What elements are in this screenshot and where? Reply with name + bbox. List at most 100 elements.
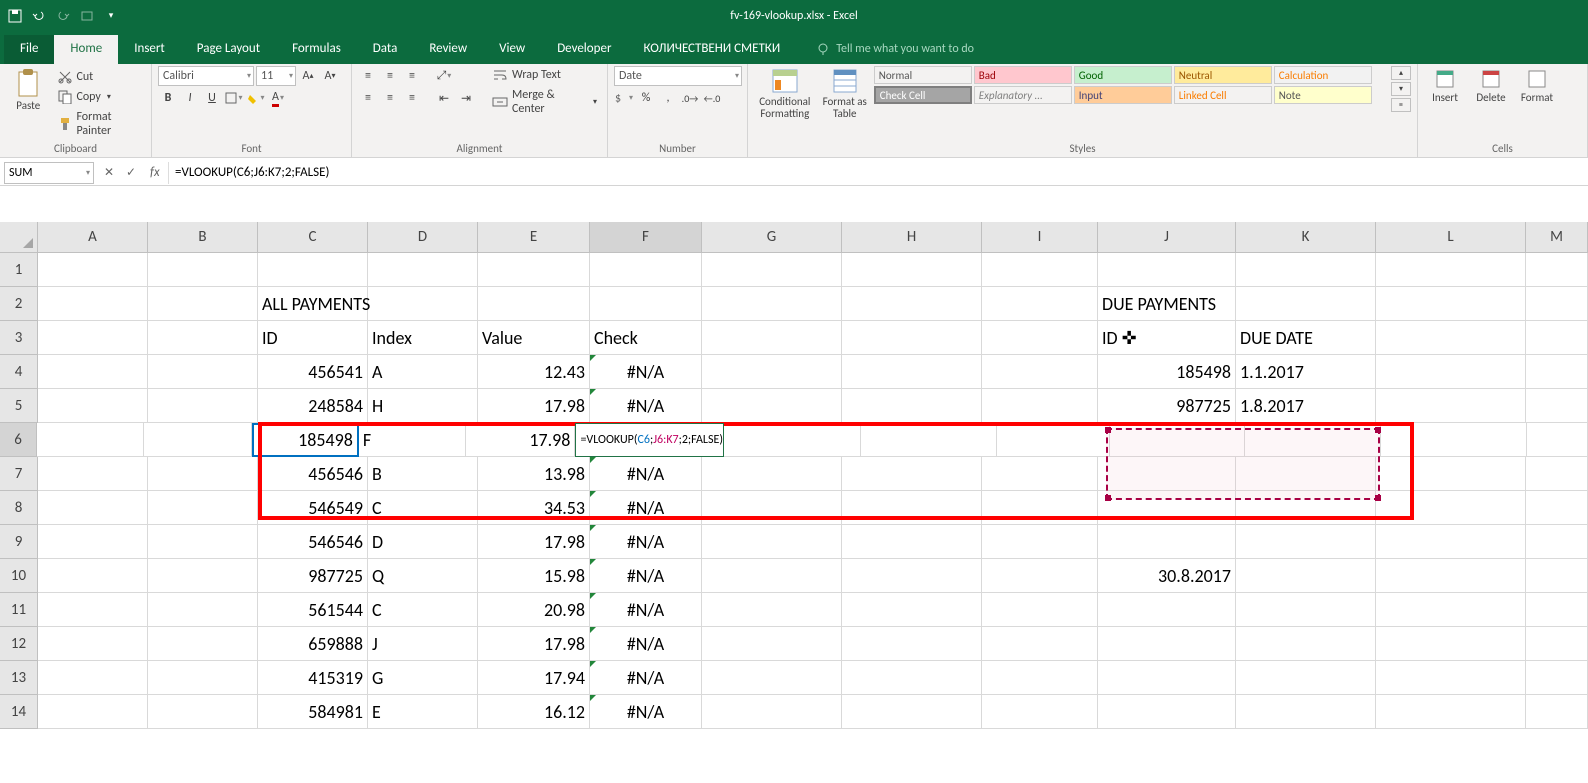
style-explanatory[interactable]: Explanatory ... bbox=[974, 86, 1072, 104]
cell-A12[interactable] bbox=[38, 627, 148, 661]
cell-L4[interactable] bbox=[1376, 355, 1526, 389]
cell-K2[interactable] bbox=[1236, 287, 1376, 321]
style-neutral[interactable]: Neutral bbox=[1174, 66, 1272, 84]
cell-C3[interactable]: ID bbox=[258, 321, 368, 355]
cell-C1[interactable] bbox=[258, 253, 368, 287]
col-header-C[interactable]: C bbox=[258, 222, 368, 252]
tab-insert[interactable]: Insert bbox=[118, 35, 181, 64]
font-name-combo[interactable]: Calibri bbox=[158, 66, 254, 86]
cell-H11[interactable] bbox=[842, 593, 982, 627]
cell-G6[interactable] bbox=[724, 423, 860, 457]
style-note[interactable]: Note bbox=[1274, 86, 1372, 104]
decrease-indent-button[interactable]: ⇤ bbox=[434, 88, 454, 108]
cell-C9[interactable]: 546546 bbox=[258, 525, 368, 559]
cell-L12[interactable] bbox=[1376, 627, 1526, 661]
cell-I10[interactable] bbox=[982, 559, 1098, 593]
cell-C12[interactable]: 659888 bbox=[258, 627, 368, 661]
cell-J9[interactable] bbox=[1098, 525, 1236, 559]
comma-button[interactable]: , bbox=[658, 88, 678, 108]
cell-I9[interactable] bbox=[982, 525, 1098, 559]
col-header-L[interactable]: L bbox=[1376, 222, 1526, 252]
cell-F14[interactable]: #N/A bbox=[590, 695, 702, 729]
cell-F9[interactable]: #N/A bbox=[590, 525, 702, 559]
cell-H10[interactable] bbox=[842, 559, 982, 593]
style-linked-cell[interactable]: Linked Cell bbox=[1174, 86, 1272, 104]
name-box[interactable]: SUM bbox=[4, 162, 94, 184]
cell-A2[interactable] bbox=[38, 287, 148, 321]
cancel-formula-button[interactable]: ✕ bbox=[100, 164, 118, 182]
format-cells-button[interactable]: Format bbox=[1516, 66, 1558, 106]
delete-cells-button[interactable]: Delete bbox=[1470, 66, 1512, 106]
row-header[interactable]: 12 bbox=[0, 627, 38, 661]
cell-I2[interactable] bbox=[982, 287, 1098, 321]
cell-I6[interactable] bbox=[997, 423, 1110, 457]
cell-J7[interactable] bbox=[1098, 457, 1236, 491]
cell-M10[interactable] bbox=[1526, 559, 1588, 593]
style-normal[interactable]: Normal bbox=[874, 66, 972, 84]
cell-B5[interactable] bbox=[148, 389, 258, 423]
cell-B13[interactable] bbox=[148, 661, 258, 695]
increase-indent-button[interactable]: ⇥ bbox=[456, 88, 476, 108]
align-right-button[interactable]: ≡ bbox=[402, 88, 422, 108]
italic-button[interactable]: I bbox=[180, 88, 200, 108]
cell-M7[interactable] bbox=[1526, 457, 1588, 491]
font-size-combo[interactable]: 11 bbox=[256, 66, 296, 86]
align-left-button[interactable]: ≡ bbox=[358, 88, 378, 108]
fill-color-button[interactable] bbox=[246, 88, 266, 108]
cell-C11[interactable]: 561544 bbox=[258, 593, 368, 627]
row-header[interactable]: 5 bbox=[0, 389, 38, 423]
cell-L14[interactable] bbox=[1376, 695, 1526, 729]
cell-J10[interactable]: 30.8.2017 bbox=[1098, 559, 1236, 593]
align-center-button[interactable]: ≡ bbox=[380, 88, 400, 108]
cell-G9[interactable] bbox=[702, 525, 842, 559]
row-header[interactable]: 8 bbox=[0, 491, 38, 525]
cell-D5[interactable]: H bbox=[368, 389, 478, 423]
cell-H14[interactable] bbox=[842, 695, 982, 729]
cell-J11[interactable] bbox=[1098, 593, 1236, 627]
cell-M8[interactable] bbox=[1526, 491, 1588, 525]
col-header-H[interactable]: H bbox=[842, 222, 982, 252]
conditional-formatting-button[interactable]: Conditional Formatting bbox=[754, 66, 816, 122]
cell-F1[interactable] bbox=[590, 253, 702, 287]
cell-A14[interactable] bbox=[38, 695, 148, 729]
cell-K12[interactable] bbox=[1236, 627, 1376, 661]
cell-G11[interactable] bbox=[702, 593, 842, 627]
tab-data[interactable]: Data bbox=[357, 35, 414, 64]
cell-J14[interactable] bbox=[1098, 695, 1236, 729]
row-header[interactable]: 3 bbox=[0, 321, 38, 355]
cell-D14[interactable]: E bbox=[368, 695, 478, 729]
cell-E1[interactable] bbox=[478, 253, 590, 287]
cell-D2[interactable] bbox=[368, 287, 478, 321]
cell-G2[interactable] bbox=[702, 287, 842, 321]
cell-L11[interactable] bbox=[1376, 593, 1526, 627]
cell-E8[interactable]: 34.53 bbox=[478, 491, 590, 525]
styles-more[interactable]: ≡ bbox=[1391, 98, 1411, 112]
col-header-J[interactable]: J bbox=[1098, 222, 1236, 252]
cell-B8[interactable] bbox=[148, 491, 258, 525]
decrease-decimal-button[interactable]: ←.0 bbox=[702, 88, 722, 108]
cell-A13[interactable] bbox=[38, 661, 148, 695]
formula-input[interactable]: =VLOOKUP(C6;J6:K7;2;FALSE) bbox=[168, 162, 1588, 184]
grow-font-button[interactable]: A▴ bbox=[298, 66, 318, 86]
row-header[interactable]: 1 bbox=[0, 253, 38, 287]
cell-C4[interactable]: 456541 bbox=[258, 355, 368, 389]
tab-page-layout[interactable]: Page Layout bbox=[181, 35, 276, 64]
cell-F7[interactable]: #N/A bbox=[590, 457, 702, 491]
cell-G1[interactable] bbox=[702, 253, 842, 287]
col-header-F[interactable]: F bbox=[590, 222, 702, 252]
cell-I13[interactable] bbox=[982, 661, 1098, 695]
cell-L7[interactable] bbox=[1376, 457, 1526, 491]
col-header-D[interactable]: D bbox=[368, 222, 478, 252]
cell-B1[interactable] bbox=[148, 253, 258, 287]
cell-B12[interactable] bbox=[148, 627, 258, 661]
align-top-button[interactable]: ≡ bbox=[358, 66, 378, 86]
cell-B3[interactable] bbox=[148, 321, 258, 355]
cell-I11[interactable] bbox=[982, 593, 1098, 627]
cell-D7[interactable]: B bbox=[368, 457, 478, 491]
underline-button[interactable]: U bbox=[202, 88, 222, 108]
cell-F5[interactable]: #N/A bbox=[590, 389, 702, 423]
cell-B4[interactable] bbox=[148, 355, 258, 389]
cell-G8[interactable] bbox=[702, 491, 842, 525]
cell-K3[interactable]: DUE DATE bbox=[1236, 321, 1376, 355]
cell-B2[interactable] bbox=[148, 287, 258, 321]
